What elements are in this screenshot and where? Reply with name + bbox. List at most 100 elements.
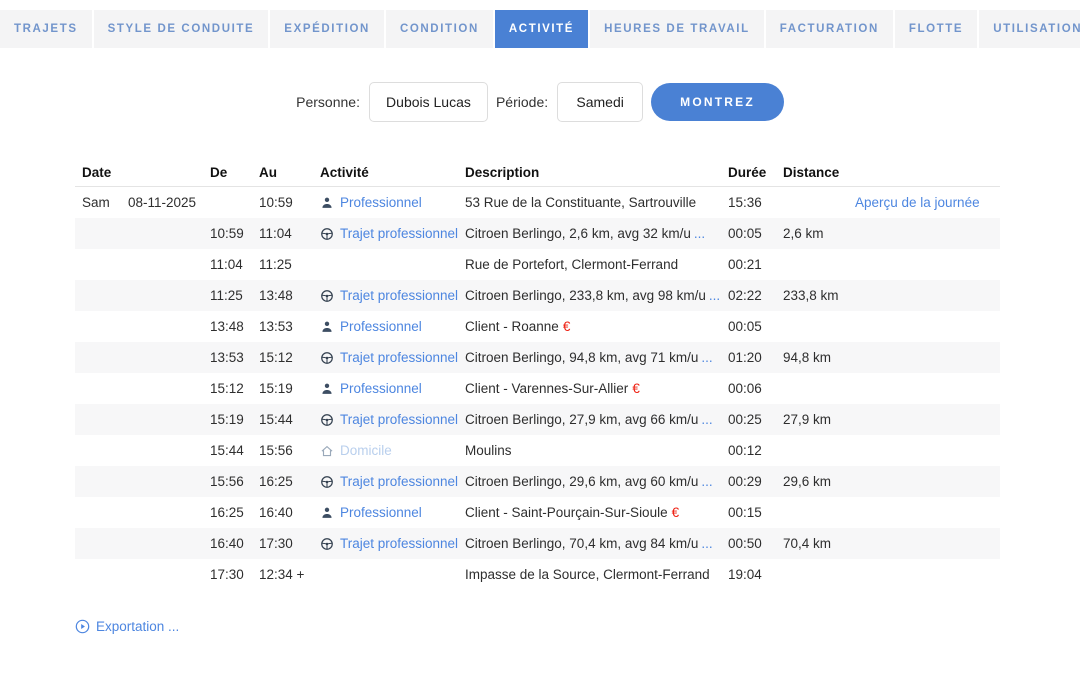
distance-value: 29,6 km [783, 474, 855, 489]
tab-exp-dition[interactable]: EXPÉDITION [270, 10, 384, 48]
personne-input[interactable] [369, 82, 488, 122]
description-suffix[interactable]: ... [709, 288, 720, 303]
duration-value: 00:50 [728, 536, 783, 551]
duration-value: 00:06 [728, 381, 783, 396]
activity-link[interactable]: Trajet professionnel [340, 536, 458, 551]
table-row: 11:25 13:48 Trajet professionnel Citroen… [75, 280, 1000, 311]
steering-wheel-icon [320, 537, 334, 551]
time-to: 15:12 [259, 350, 320, 365]
tab-style-de-conduite[interactable]: STYLE DE CONDUITE [94, 10, 269, 48]
person-icon [320, 196, 334, 210]
table-row: 15:12 15:19 Professionnel Client - Varen… [75, 373, 1000, 404]
activity-cell: Trajet professionnel [320, 350, 465, 365]
activity-link[interactable]: Trajet professionnel [340, 288, 458, 303]
table-row: 17:30 12:34 + Impasse de la Source, Cler… [75, 559, 1000, 590]
description-cell: Moulins [465, 443, 728, 458]
periode-input[interactable] [557, 82, 643, 122]
person-icon [320, 506, 334, 520]
table-row: 11:04 11:25 Rue de Portefort, Clermont-F… [75, 249, 1000, 280]
description-suffix[interactable]: ... [694, 226, 705, 241]
personne-label: Personne: [296, 94, 360, 110]
day-overview-link[interactable]: Aperçu de la journée [855, 195, 980, 210]
table-row: 15:44 15:56 Domicile Moulins 00:12 [75, 435, 1000, 466]
time-from: 17:30 [210, 567, 259, 582]
description-cell: Citroen Berlingo, 29,6 km, avg 60 km/u..… [465, 474, 728, 489]
tab-facturation[interactable]: FACTURATION [766, 10, 893, 48]
export-link[interactable]: Exportation ... [75, 619, 179, 634]
day-label: Sam [82, 195, 128, 210]
activity-link[interactable]: Trajet professionnel [340, 474, 458, 489]
description-cell: Citroen Berlingo, 70,4 km, avg 84 km/u..… [465, 536, 728, 551]
export-label: Exportation ... [96, 619, 179, 634]
activity-link[interactable]: Domicile [340, 443, 392, 458]
activity-cell: Professionnel [320, 505, 465, 520]
time-from: 16:40 [210, 536, 259, 551]
duration-value: 00:29 [728, 474, 783, 489]
activity-link[interactable]: Professionnel [340, 381, 422, 396]
time-from: 15:44 [210, 443, 259, 458]
description-text: Moulins [465, 443, 512, 458]
duration-value: 00:05 [728, 319, 783, 334]
description-text: 53 Rue de la Constituante, Sartrouville [465, 195, 696, 210]
time-to: 17:30 [259, 536, 320, 551]
steering-wheel-icon [320, 413, 334, 427]
time-from: 11:04 [210, 257, 259, 272]
date-cell: Sam 08-11-2025 [75, 195, 210, 210]
distance-value: 70,4 km [783, 536, 855, 551]
activity-cell: Trajet professionnel [320, 226, 465, 241]
header-activite: Activité [320, 165, 465, 180]
description-cell: 53 Rue de la Constituante, Sartrouville [465, 195, 728, 210]
tab-activit-[interactable]: ACTIVITÉ [495, 10, 588, 48]
activity-link[interactable]: Professionnel [340, 195, 422, 210]
duration-value: 00:05 [728, 226, 783, 241]
distance-value: 94,8 km [783, 350, 855, 365]
activity-cell: Professionnel [320, 319, 465, 334]
description-suffix[interactable]: ... [701, 412, 712, 427]
duration-value: 02:22 [728, 288, 783, 303]
description-text: Client - Saint-Pourçain-Sur-Sioule [465, 505, 668, 520]
filter-bar: Personne: Période: MONTREZ [0, 82, 1080, 122]
show-button[interactable]: MONTREZ [651, 83, 784, 121]
description-text: Citroen Berlingo, 233,8 km, avg 98 km/u [465, 288, 706, 303]
time-to: 13:48 [259, 288, 320, 303]
description-suffix[interactable]: ... [701, 536, 712, 551]
distance-value: 233,8 km [783, 288, 855, 303]
tab-trajets[interactable]: TRAJETS [0, 10, 92, 48]
duration-value: 00:25 [728, 412, 783, 427]
time-to: 13:53 [259, 319, 320, 334]
tab-bar: TRAJETSSTYLE DE CONDUITEEXPÉDITIONCONDIT… [0, 10, 1080, 48]
description-suffix: € [563, 319, 571, 334]
table-row: 10:59 11:04 Trajet professionnel Citroen… [75, 218, 1000, 249]
time-from: 13:48 [210, 319, 259, 334]
header-date: Date [75, 165, 210, 180]
table-row: 13:48 13:53 Professionnel Client - Roann… [75, 311, 1000, 342]
description-text: Citroen Berlingo, 70,4 km, avg 84 km/u [465, 536, 698, 551]
activity-cell: Professionnel [320, 381, 465, 396]
time-from: 11:25 [210, 288, 259, 303]
time-to: 11:04 [259, 226, 320, 241]
description-text: Citroen Berlingo, 27,9 km, avg 66 km/u [465, 412, 698, 427]
time-to: 15:56 [259, 443, 320, 458]
time-to: 12:34 + [259, 567, 320, 582]
description-cell: Rue de Portefort, Clermont-Ferrand [465, 257, 728, 272]
description-suffix[interactable]: ... [701, 474, 712, 489]
header-de: De [210, 165, 259, 180]
activity-link[interactable]: Professionnel [340, 505, 422, 520]
table-row: 15:56 16:25 Trajet professionnel Citroen… [75, 466, 1000, 497]
time-to: 16:25 [259, 474, 320, 489]
description-cell: Citroen Berlingo, 94,8 km, avg 71 km/u..… [465, 350, 728, 365]
activity-link[interactable]: Trajet professionnel [340, 226, 458, 241]
activity-cell: Trajet professionnel [320, 536, 465, 551]
description-cell: Impasse de la Source, Clermont-Ferrand [465, 567, 728, 582]
time-to: 15:44 [259, 412, 320, 427]
activity-link[interactable]: Trajet professionnel [340, 412, 458, 427]
description-cell: Citroen Berlingo, 2,6 km, avg 32 km/u... [465, 226, 728, 241]
table-header-row: Date De Au Activité Description Durée Di… [75, 159, 1000, 187]
activity-link[interactable]: Professionnel [340, 319, 422, 334]
tab-heures-de-travail[interactable]: HEURES DE TRAVAIL [590, 10, 764, 48]
activity-link[interactable]: Trajet professionnel [340, 350, 458, 365]
tab-flotte[interactable]: FLOTTE [895, 10, 977, 48]
tab-utilisation[interactable]: UTILISATION [979, 10, 1080, 48]
tab-condition[interactable]: CONDITION [386, 10, 493, 48]
description-suffix[interactable]: ... [701, 350, 712, 365]
